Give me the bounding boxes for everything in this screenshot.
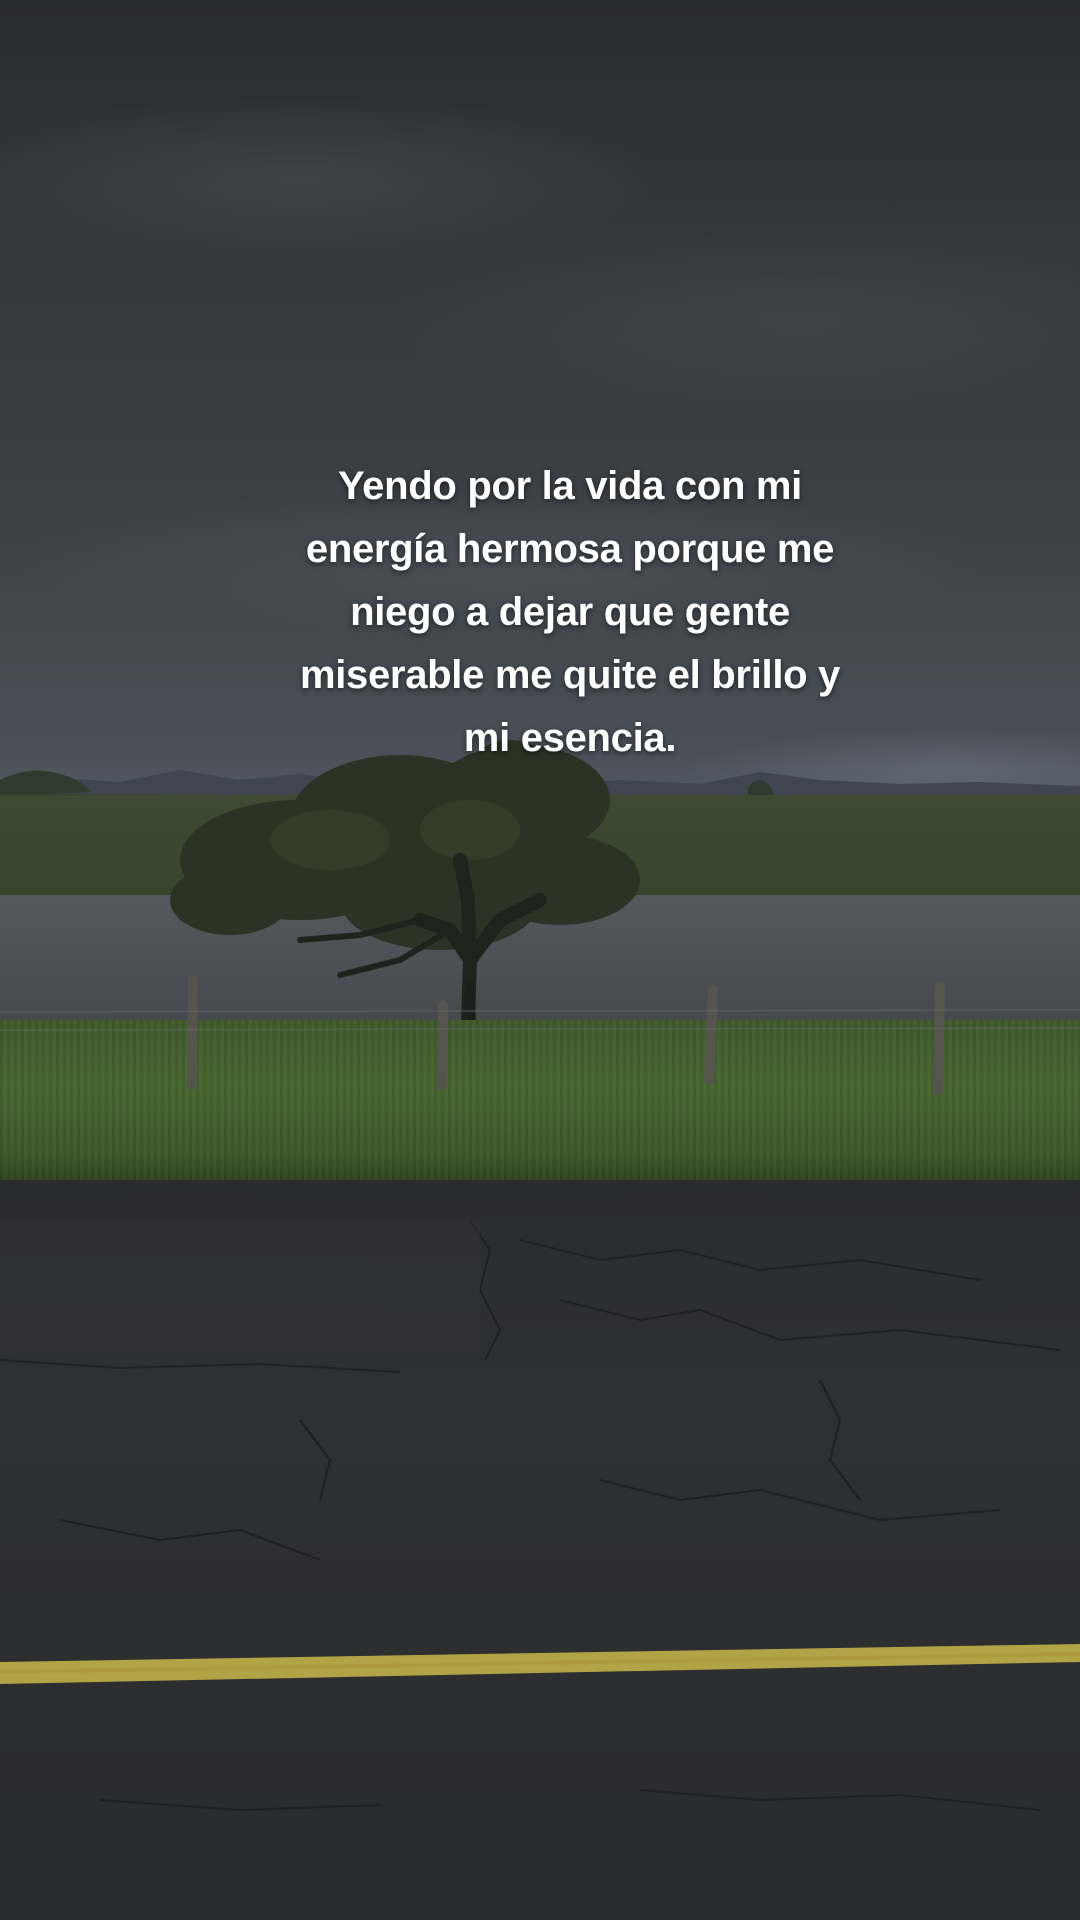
caption-line: mi esencia.: [463, 716, 677, 760]
caption-line: Yendo por la vida con mi: [337, 464, 802, 508]
background-photo: Yendo por la vida con mi energía hermosa…: [0, 0, 1080, 1920]
caption-line: niego a dejar que gente: [350, 590, 790, 634]
caption-line: energía hermosa porque me: [305, 527, 835, 571]
road-cracks: [0, 1219, 1061, 1812]
caption-line: miserable me quite el brillo y: [299, 653, 841, 697]
overlay-caption: Yendo por la vida con mi energía hermosa…: [270, 455, 870, 770]
yellow-road-line: [0, 1644, 1080, 1684]
